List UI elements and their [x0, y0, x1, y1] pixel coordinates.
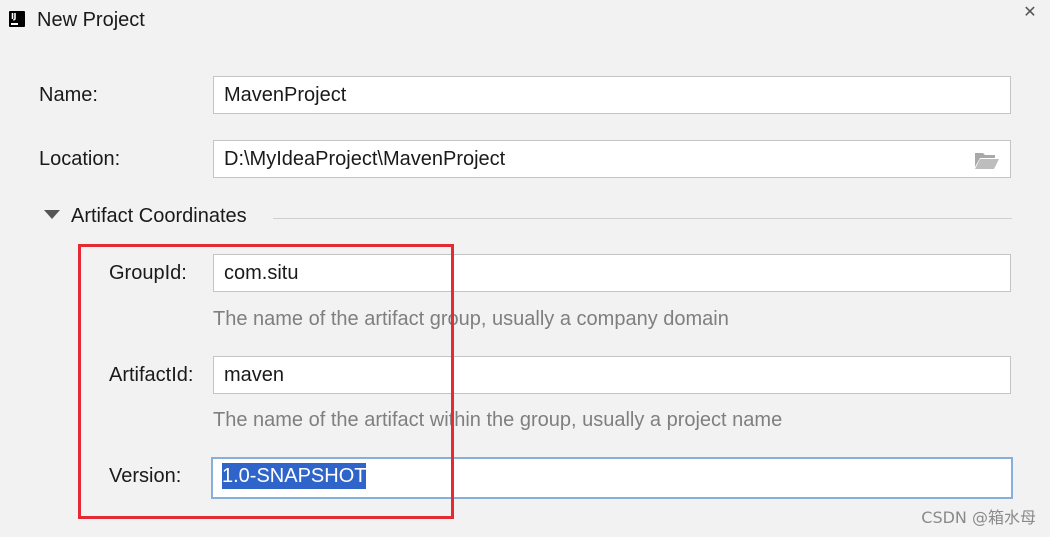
artifactid-input[interactable]: maven — [213, 356, 1011, 394]
artifactid-input-value: maven — [224, 364, 285, 386]
groupid-input[interactable]: com.situ — [213, 254, 1011, 292]
title-bar: IJ New Project ✕ — [0, 0, 1050, 44]
intellij-idea-icon: IJ — [9, 11, 25, 27]
collapse-arrow-icon[interactable] — [44, 210, 60, 219]
location-label: Location: — [39, 148, 121, 170]
section-divider — [273, 218, 1012, 219]
new-project-dialog: IJ New Project ✕ Name: MavenProject Loca… — [0, 0, 1050, 537]
version-input[interactable]: 1.0-SNAPSHOT — [211, 457, 1013, 499]
groupid-hint: The name of the artifact group, usually … — [213, 308, 729, 330]
folder-open-icon[interactable] — [974, 150, 1000, 170]
name-input-value: MavenProject — [224, 84, 347, 106]
close-icon[interactable]: ✕ — [1020, 3, 1040, 23]
location-input-value: D:\MyIdeaProject\MavenProject — [224, 148, 506, 170]
groupid-label: GroupId: — [109, 262, 187, 284]
name-label: Name: — [39, 84, 98, 106]
version-label: Version: — [109, 465, 182, 487]
artifactid-label: ArtifactId: — [109, 364, 194, 386]
version-input-value: 1.0-SNAPSHOT — [222, 463, 367, 489]
location-input[interactable]: D:\MyIdeaProject\MavenProject — [213, 140, 1011, 178]
dialog-title: New Project — [37, 9, 145, 31]
artifact-coordinates-title[interactable]: Artifact Coordinates — [71, 205, 247, 228]
artifactid-hint: The name of the artifact within the grou… — [213, 409, 783, 431]
groupid-input-value: com.situ — [224, 262, 299, 284]
name-input[interactable]: MavenProject — [213, 76, 1011, 114]
csdn-watermark: CSDN @箱水母 — [921, 508, 1036, 527]
